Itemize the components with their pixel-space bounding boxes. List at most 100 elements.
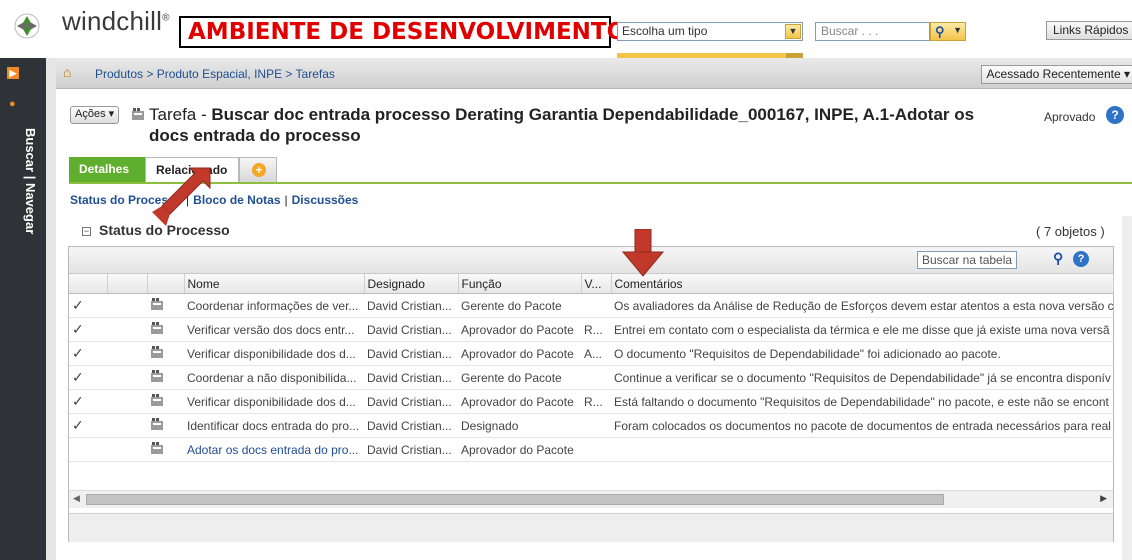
row-name-text[interactable]: Adotar os docs entrada do pro... xyxy=(187,443,358,457)
column-header-assigned[interactable]: Designado xyxy=(364,274,459,294)
collapse-icon[interactable]: − xyxy=(82,227,91,236)
search-navigate-tab[interactable]: Buscar | Navegar xyxy=(23,128,38,234)
task-icon xyxy=(151,322,163,334)
row-complete-check: ✓ xyxy=(69,389,107,414)
row-type-cell xyxy=(147,437,184,462)
row-status-cell xyxy=(107,293,147,318)
navigator-edge xyxy=(46,58,56,560)
search-button[interactable]: ⚲ ▼ xyxy=(930,22,966,41)
row-name-text[interactable]: Verificar disponibilidade dos d... xyxy=(187,347,356,361)
row-name[interactable]: Identificar docs entrada do pro... xyxy=(184,413,364,438)
row-role-text: Aprovador do Pacote xyxy=(461,394,574,409)
type-select-value: Escolha um tipo xyxy=(622,24,708,38)
table-row[interactable]: ✓ Coordenar informações de ver... David Cr… xyxy=(69,293,1113,318)
row-comment: Entrei em contato com o especialista da … xyxy=(611,317,1113,342)
row-assigned-text: David Cristian... xyxy=(367,346,452,361)
row-name[interactable]: Verificar versão dos docs entr... xyxy=(184,317,364,342)
row-role: Gerente do Pacote xyxy=(458,293,581,318)
row-assigned-text: David Cristian... xyxy=(367,418,452,433)
row-complete-check-text: ✓ xyxy=(72,393,84,409)
row-role-text: Aprovador do Pacote xyxy=(461,346,574,361)
table-row[interactable]: ✓ Coordenar a não disponibilida... David C… xyxy=(69,365,1113,390)
row-name[interactable]: Verificar disponibilidade dos d... xyxy=(184,389,364,414)
home-icon[interactable]: ⌂ xyxy=(63,64,71,80)
breadcrumb[interactable]: Produtos > Produto Espacial, INPE > Tare… xyxy=(95,67,335,81)
row-status-cell xyxy=(107,365,147,390)
horizontal-scrollbar[interactable]: ◀ ▶ xyxy=(69,490,1113,508)
table-row[interactable]: ✓ Identificar docs entrada do pro... David… xyxy=(69,413,1113,438)
row-status-cell xyxy=(107,413,147,438)
quick-links-button[interactable]: Links Rápidos ▾ xyxy=(1046,21,1132,40)
row-name-text[interactable]: Verificar disponibilidade dos d... xyxy=(187,395,356,409)
row-type-cell xyxy=(147,293,184,318)
row-name-text[interactable]: Verificar versão dos docs entr... xyxy=(187,323,354,337)
search-input[interactable]: Buscar . . . xyxy=(815,22,930,41)
task-icon xyxy=(151,442,163,454)
row-comment-text: Entrei em contato com o especialista da … xyxy=(614,322,1110,337)
table-search-input[interactable]: Buscar na tabela xyxy=(917,251,1017,269)
row-assigned-text: David Cristian... xyxy=(367,322,452,337)
scroll-left-icon[interactable]: ◀ xyxy=(73,493,80,504)
column-header-role[interactable]: Função xyxy=(458,274,582,294)
row-name[interactable]: Verificar disponibilidade dos d... xyxy=(184,341,364,366)
scrollbar-thumb[interactable] xyxy=(86,494,944,505)
chevron-down-icon[interactable]: ▼ xyxy=(785,24,801,39)
task-icon xyxy=(151,394,163,406)
row-assigned-text: David Cristian... xyxy=(367,370,452,385)
row-name[interactable]: Coordenar informações de ver... xyxy=(184,293,364,318)
actions-button[interactable]: Ações ▾ xyxy=(70,106,120,124)
search-icon: ⚲ xyxy=(935,24,945,39)
quick-links-label: Links Rápidos xyxy=(1053,23,1129,37)
column-header-comments[interactable]: Comentários xyxy=(611,274,1114,294)
table-row[interactable]: ✓ Verificar versão dos docs entr... David … xyxy=(69,317,1113,342)
search-icon[interactable]: ⚲ xyxy=(1053,250,1071,268)
row-name-text[interactable]: Coordenar a não disponibilida... xyxy=(187,371,356,385)
row-type-cell xyxy=(147,341,184,366)
column-header-status[interactable] xyxy=(107,274,148,294)
scroll-right-icon[interactable]: ▶ xyxy=(1100,493,1107,504)
task-icon xyxy=(151,370,163,382)
table-header-row: Nome Designado Função V... Comentários xyxy=(69,274,1114,294)
row-v xyxy=(581,437,611,462)
row-role-text: Aprovador do Pacote xyxy=(461,322,574,337)
table-row[interactable]: Adotar os docs entrada do pro... David Cr… xyxy=(69,437,1113,462)
vertical-scrollbar[interactable] xyxy=(1122,216,1132,560)
row-assigned: David Cristian... xyxy=(364,413,458,438)
row-role: Aprovador do Pacote xyxy=(458,437,581,462)
row-comment: O documento "Requisitos de Dependabilida… xyxy=(611,341,1113,366)
tab-strip: Detalhes Relacionado + xyxy=(69,157,1132,184)
row-role: Aprovador do Pacote xyxy=(458,317,581,342)
expand-icon[interactable]: ▶ xyxy=(7,67,19,79)
link-discussions[interactable]: Discussões xyxy=(292,193,359,207)
recently-accessed-button[interactable]: Acessado Recentemente ▾ xyxy=(980,65,1132,84)
type-select[interactable]: Escolha um tipo ▼ xyxy=(617,22,803,41)
column-header-type[interactable] xyxy=(147,274,185,294)
row-complete-check-text: ✓ xyxy=(72,297,84,313)
add-tab-button[interactable]: + xyxy=(239,157,277,182)
column-header-name[interactable]: Nome xyxy=(184,274,365,294)
row-name-text[interactable]: Coordenar informações de ver... xyxy=(187,299,358,313)
help-icon[interactable]: ? xyxy=(1106,106,1124,124)
row-role: Aprovador do Pacote xyxy=(458,389,581,414)
row-assigned: David Cristian... xyxy=(364,317,458,342)
column-header-select[interactable] xyxy=(69,274,108,294)
table-row[interactable]: ✓ Verificar disponibilidade dos d... David… xyxy=(69,341,1113,366)
row-assigned-text: David Cristian... xyxy=(367,298,452,313)
row-name[interactable]: Adotar os docs entrada do pro... xyxy=(184,437,364,462)
row-name-text[interactable]: Identificar docs entrada do pro... xyxy=(187,419,359,433)
row-name[interactable]: Coordenar a não disponibilida... xyxy=(184,365,364,390)
row-comment xyxy=(611,437,1113,462)
table-row[interactable]: ✓ Verificar disponibilidade dos d... David… xyxy=(69,389,1113,414)
sub-navigation: Status do Processo | Bloco de Notas | Discus… xyxy=(70,193,358,207)
left-navigator: ▶ ● Buscar | Navegar xyxy=(0,58,56,560)
column-header-v[interactable]: V... xyxy=(581,274,612,294)
help-icon[interactable]: ? xyxy=(1073,251,1089,267)
annotation-arrow-icon xyxy=(622,229,664,277)
row-assigned-text: David Cristian... xyxy=(367,394,452,409)
tab-details[interactable]: Detalhes xyxy=(69,157,145,182)
row-complete-check-text: ✓ xyxy=(72,345,84,361)
row-type-cell xyxy=(147,389,184,414)
row-complete-check: ✓ xyxy=(69,413,107,438)
row-comment-text: Está faltando o documento "Requisitos de… xyxy=(614,394,1109,409)
pin-icon[interactable]: ● xyxy=(9,98,16,110)
